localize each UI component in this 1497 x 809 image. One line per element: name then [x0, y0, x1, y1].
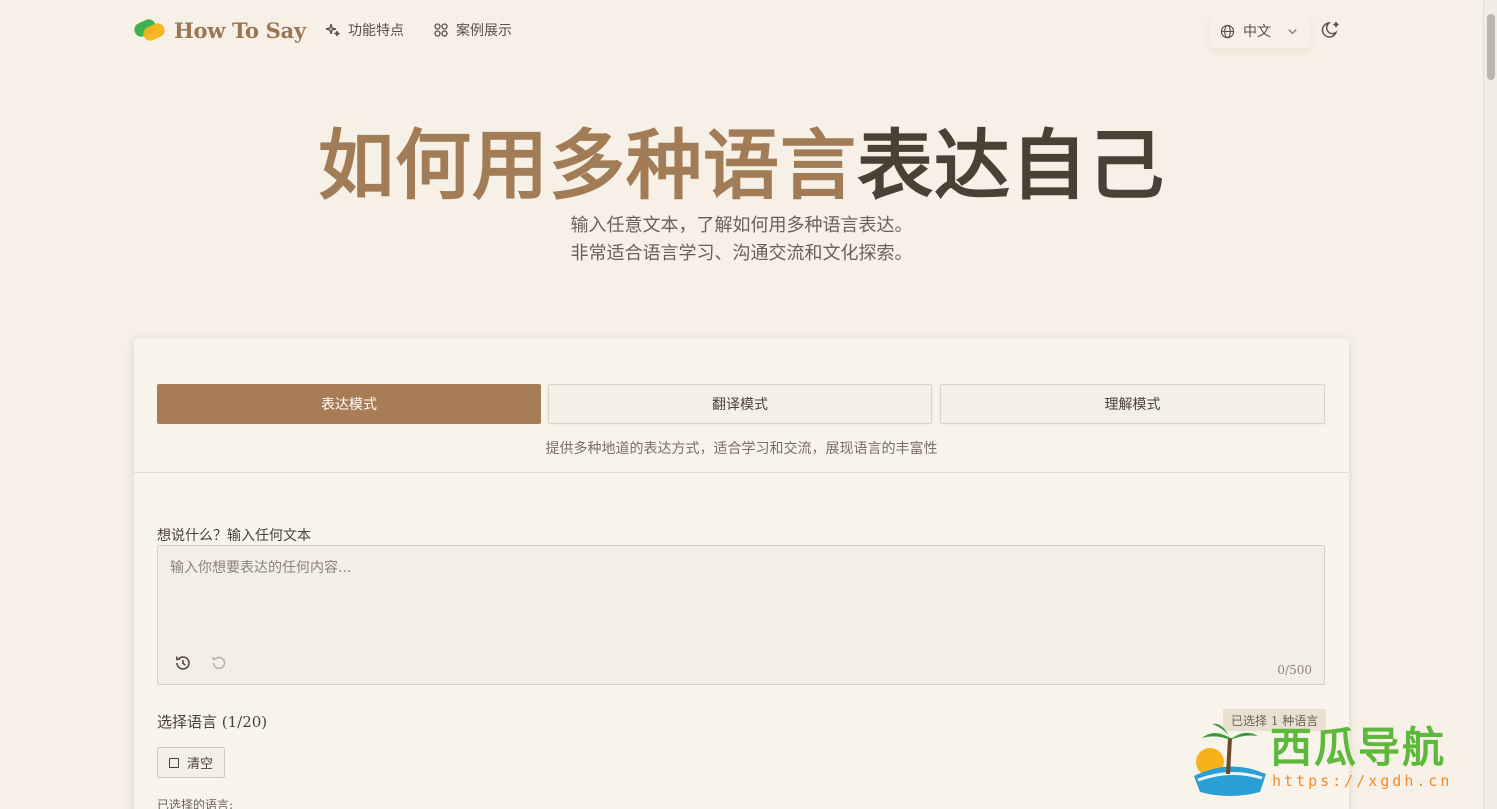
- hero-subtitle-line2: 非常适合语言学习、沟通交流和文化探索。: [570, 243, 913, 264]
- hero-subtitle-line1: 输入任意文本，了解如何用多种语言表达。: [570, 215, 913, 236]
- main-card: 表达模式 翻译模式 理解模式 提供多种地道的表达方式，适合学习和交流，展现语言的…: [134, 338, 1349, 809]
- text-input-placeholder: 输入你想要表达的任何内容...: [170, 560, 352, 576]
- language-selection-label: 选择语言 (1/20): [157, 713, 268, 731]
- watermark-url: https://xgdh.cn: [1272, 772, 1453, 790]
- nav-cases-label: 案例展示: [456, 23, 512, 39]
- char-counter: 0/500: [1277, 663, 1312, 677]
- island-logo-icon: [1194, 723, 1266, 796]
- selected-languages-label: 已选择的语言:: [157, 798, 234, 809]
- sparkles-icon: [325, 23, 340, 37]
- hero-title-main: 表达自己: [857, 121, 1165, 210]
- history-icon[interactable]: [174, 654, 192, 672]
- watermark-title: 西瓜导航: [1270, 723, 1447, 772]
- hero-title: 如何用多种语言表达自己: [0, 104, 1483, 214]
- mode-express-button[interactable]: 表达模式: [157, 384, 541, 424]
- input-label: 想说什么？输入任何文本: [157, 528, 311, 544]
- logo[interactable]: How To Say: [132, 16, 306, 44]
- hero-title-accent: 如何用多种语言: [318, 121, 857, 210]
- page-scrollbar[interactable]: [1483, 0, 1497, 809]
- scrollbar-thumb[interactable]: [1487, 14, 1495, 80]
- clear-button[interactable]: 清空: [157, 747, 225, 778]
- divider: [134, 472, 1349, 473]
- nav-cases[interactable]: 案例展示: [433, 20, 512, 40]
- language-select-value: 中文: [1243, 24, 1271, 40]
- mode-translate-button[interactable]: 翻译模式: [548, 384, 932, 424]
- checkbox-icon: [168, 757, 179, 768]
- language-select[interactable]: 中文: [1210, 14, 1310, 48]
- globe-icon: [1220, 24, 1235, 38]
- watermark: 西瓜导航 https://xgdh.cn: [1190, 714, 1480, 804]
- logo-icon: [132, 16, 167, 44]
- mode-description: 提供多种地道的表达方式，适合学习和交流，展现语言的丰富性: [545, 441, 938, 457]
- grid-icon: [434, 23, 448, 37]
- nav-features[interactable]: 功能特点: [325, 20, 404, 40]
- text-input[interactable]: 输入你想要表达的任何内容... 0/500: [157, 545, 1325, 685]
- mode-understand-button[interactable]: 理解模式: [940, 384, 1325, 424]
- nav-features-label: 功能特点: [348, 23, 404, 39]
- top-header: How To Say 功能特点 案例展示 中文: [0, 0, 1483, 62]
- clear-button-label: 清空: [186, 757, 213, 772]
- undo-icon[interactable]: [210, 654, 228, 672]
- chevron-down-icon: [1288, 28, 1297, 34]
- moon-icon[interactable]: [1320, 19, 1342, 41]
- logo-text: How To Say: [174, 17, 306, 43]
